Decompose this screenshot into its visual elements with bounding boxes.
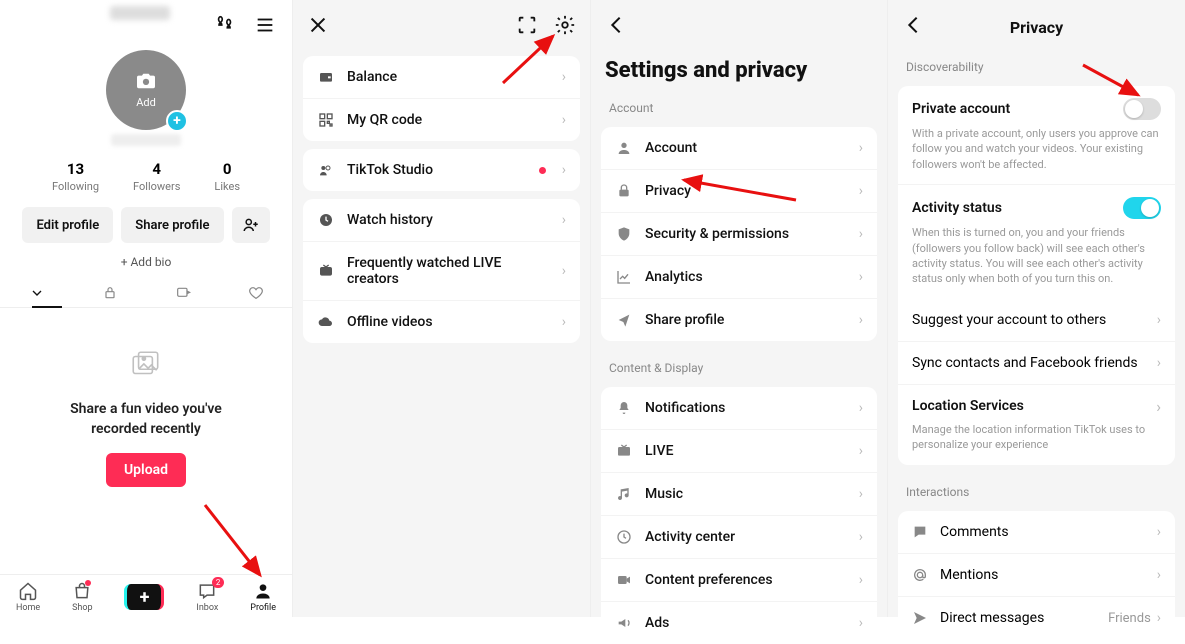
tab-locked[interactable] — [90, 285, 130, 301]
nav-create[interactable]: + — [124, 584, 164, 610]
menu-sheet: Balance› My QR code› TikTok Studio› Watc… — [293, 0, 591, 617]
row-notifications[interactable]: Notifications› — [601, 387, 877, 430]
row-comments[interactable]: Comments› — [898, 511, 1175, 554]
username-blur — [110, 6, 170, 20]
bottom-nav: Home Shop + 2Inbox Profile — [0, 574, 292, 617]
page-title: Privacy — [924, 18, 1149, 37]
edit-profile-button[interactable]: Edit profile — [22, 207, 113, 243]
stat-likes[interactable]: 0Likes — [214, 160, 240, 193]
studio-icon — [317, 162, 335, 178]
row-analytics[interactable]: Analytics› — [601, 256, 877, 299]
share-profile-button[interactable]: Share profile — [121, 207, 223, 243]
row-mentions[interactable]: Mentions› — [898, 554, 1175, 597]
cloud-icon — [317, 314, 335, 330]
shield-icon — [615, 226, 633, 242]
ads-icon — [615, 615, 633, 631]
row-music[interactable]: Music› — [601, 473, 877, 516]
scan-icon[interactable] — [516, 14, 538, 40]
activity-status-desc: When this is turned on, you and your fri… — [912, 225, 1161, 287]
activity-icon — [615, 529, 633, 545]
add-friends-button[interactable] — [232, 207, 270, 243]
live-icon — [317, 263, 335, 279]
row-live-creators[interactable]: Frequently watched LIVE creators› — [303, 242, 580, 301]
tv-icon — [615, 443, 633, 459]
nav-inbox[interactable]: 2Inbox — [196, 581, 218, 613]
section-content: Content & Display — [591, 349, 887, 379]
nav-home[interactable]: Home — [16, 581, 40, 613]
video-icon — [615, 572, 633, 588]
back-icon[interactable] — [605, 14, 627, 40]
row-share-profile[interactable]: Share profile› — [601, 299, 877, 341]
page-title: Settings and privacy — [591, 48, 887, 89]
add-bio-button[interactable]: + Add bio — [0, 255, 292, 269]
camera-icon — [135, 72, 157, 94]
row-location[interactable]: Location Services› Manage the location i… — [898, 385, 1175, 465]
menu-icon[interactable] — [254, 14, 276, 40]
qr-icon — [317, 112, 335, 128]
section-discoverability: Discoverability — [888, 48, 1185, 78]
row-activity[interactable]: Activity center› — [601, 516, 877, 559]
row-dm[interactable]: Direct messagesFriends› — [898, 597, 1175, 639]
stat-followers[interactable]: 4Followers — [133, 160, 180, 193]
section-account: Account — [591, 89, 887, 119]
nav-profile[interactable]: Profile — [250, 581, 276, 613]
privacy-screen: Privacy Discoverability Private account … — [888, 0, 1185, 617]
row-suggest[interactable]: Suggest your account to others› — [898, 299, 1175, 342]
share-icon — [615, 312, 633, 328]
clock-icon — [317, 212, 335, 228]
lock-icon — [615, 183, 633, 199]
gear-icon[interactable] — [554, 14, 576, 40]
at-icon — [912, 567, 930, 583]
row-content-pref[interactable]: Content preferences› — [601, 559, 877, 602]
private-account-label: Private account — [912, 101, 1010, 117]
photos-icon — [129, 348, 163, 386]
back-icon[interactable] — [902, 14, 924, 40]
avatar-add[interactable]: Add + — [106, 50, 186, 130]
section-interactions: Interactions — [888, 473, 1185, 503]
tab-heart[interactable] — [236, 285, 276, 301]
handle-blur — [111, 134, 181, 146]
row-account[interactable]: Account› — [601, 127, 877, 170]
row-ads[interactable]: Ads› — [601, 602, 877, 644]
activity-status-toggle[interactable] — [1123, 197, 1161, 219]
row-qr[interactable]: My QR code› — [303, 99, 580, 141]
private-account-toggle[interactable] — [1123, 98, 1161, 120]
row-balance[interactable]: Balance› — [303, 56, 580, 99]
comment-icon — [912, 524, 930, 540]
stat-following[interactable]: 13Following — [52, 160, 99, 193]
row-live[interactable]: LIVE› — [601, 430, 877, 473]
wallet-icon — [317, 69, 335, 85]
avatar-add-label: Add — [136, 96, 156, 109]
private-account-desc: With a private account, only users you a… — [912, 126, 1161, 172]
tab-grid[interactable] — [17, 285, 57, 301]
person-icon — [615, 140, 633, 156]
stats-row: 13Following 4Followers 0Likes — [0, 160, 292, 193]
avatar-plus-icon[interactable]: + — [166, 110, 188, 132]
upload-button[interactable]: Upload — [106, 453, 186, 487]
row-sync[interactable]: Sync contacts and Facebook friends› — [898, 342, 1175, 385]
activity-status-label: Activity status — [912, 200, 1002, 216]
profile-screen: Add + 13Following 4Followers 0Likes Edit… — [0, 0, 293, 617]
row-privacy[interactable]: Privacy› — [601, 170, 877, 213]
bell-icon — [615, 400, 633, 416]
close-icon[interactable] — [307, 14, 329, 40]
empty-text: Share a fun video you've recorded recent… — [70, 400, 222, 439]
send-icon — [912, 610, 930, 626]
chart-icon — [615, 269, 633, 285]
row-offline[interactable]: Offline videos› — [303, 301, 580, 343]
row-security[interactable]: Security & permissions› — [601, 213, 877, 256]
new-dot — [539, 167, 546, 174]
nav-shop[interactable]: Shop — [72, 581, 93, 613]
row-watch-history[interactable]: Watch history› — [303, 199, 580, 242]
music-icon — [615, 486, 633, 502]
tab-bookmark[interactable] — [163, 285, 203, 301]
settings-screen: Settings and privacy Account Account› Pr… — [591, 0, 888, 617]
profile-tabs — [0, 285, 292, 308]
footprints-icon[interactable] — [214, 14, 236, 40]
row-studio[interactable]: TikTok Studio› — [303, 149, 580, 191]
